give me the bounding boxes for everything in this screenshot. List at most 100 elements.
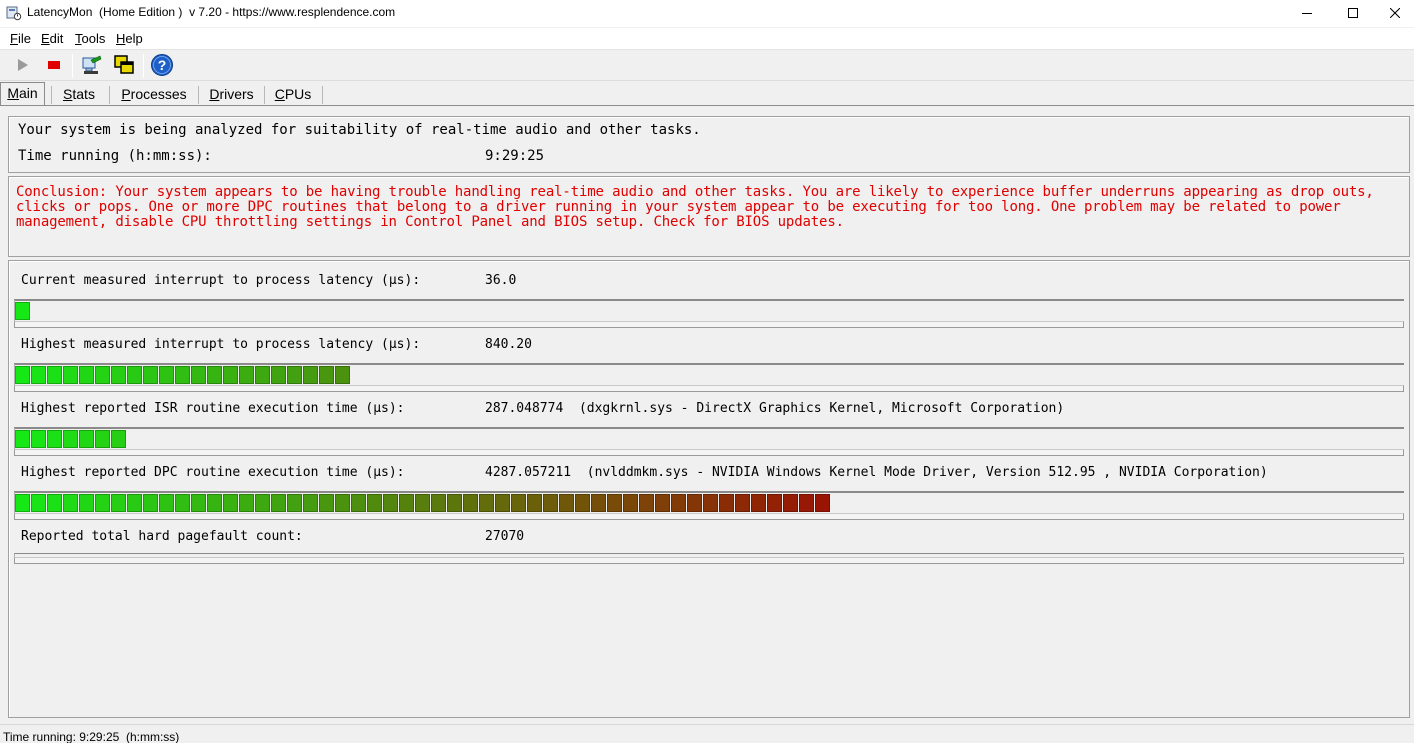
bar-segment bbox=[623, 494, 638, 512]
bar-segment bbox=[815, 494, 830, 512]
help-icon: ? bbox=[150, 53, 174, 80]
bar-segment bbox=[335, 494, 350, 512]
bar-segment bbox=[495, 494, 510, 512]
bar-segment bbox=[47, 494, 62, 512]
bar-segment bbox=[383, 494, 398, 512]
bar-segment bbox=[319, 494, 334, 512]
bar-segment bbox=[175, 366, 190, 384]
maximize-button[interactable] bbox=[1330, 0, 1376, 27]
bar-segment bbox=[127, 494, 142, 512]
properties-icon bbox=[80, 54, 102, 79]
time-running-value: 9:29:25 bbox=[485, 148, 545, 164]
pagefault-count-value: 27070 bbox=[485, 529, 525, 544]
tab-separator bbox=[198, 86, 199, 104]
svg-text:?: ? bbox=[158, 57, 167, 73]
stop-button[interactable] bbox=[42, 54, 66, 78]
menu-tools[interactable]: Tools bbox=[75, 31, 105, 46]
status-bar-text: Time running: 9:29:25 (h:mm:ss) bbox=[3, 730, 180, 743]
properties-button[interactable] bbox=[79, 54, 103, 78]
toolbar-separator bbox=[72, 54, 73, 78]
bar-segment bbox=[207, 366, 222, 384]
bar-segment bbox=[79, 430, 94, 448]
bar-segment bbox=[255, 494, 270, 512]
analysis-message: Your system is being analyzed for suitab… bbox=[18, 122, 701, 138]
windows-button[interactable] bbox=[112, 54, 136, 78]
start-button[interactable] bbox=[10, 54, 34, 78]
close-icon bbox=[1389, 6, 1401, 21]
bar-segment bbox=[527, 494, 542, 512]
tab-separator bbox=[322, 86, 323, 104]
minimize-button[interactable] bbox=[1284, 0, 1330, 27]
windows-icon bbox=[113, 54, 135, 79]
bar-segment bbox=[31, 494, 46, 512]
menu-file[interactable]: File bbox=[10, 31, 31, 46]
bar-segment bbox=[79, 366, 94, 384]
bar-segment bbox=[15, 302, 30, 320]
current-latency-label: Current measured interrupt to process la… bbox=[21, 273, 421, 288]
bar-segment bbox=[287, 494, 302, 512]
current-latency-value: 36.0 bbox=[485, 273, 517, 288]
bar-segment bbox=[799, 494, 814, 512]
latency-metrics-panel: Current measured interrupt to process la… bbox=[8, 260, 1410, 718]
toolbar-separator bbox=[143, 54, 144, 78]
close-button[interactable] bbox=[1376, 0, 1414, 27]
bar-segment bbox=[575, 494, 590, 512]
menu-edit[interactable]: Edit bbox=[41, 31, 63, 46]
bar-segment bbox=[415, 494, 430, 512]
current-latency-bar bbox=[14, 299, 1404, 328]
title-bar[interactable]: LatencyMon (Home Edition ) v 7.20 - http… bbox=[0, 0, 1414, 27]
highest-latency-label: Highest measured interrupt to process la… bbox=[21, 337, 421, 352]
bar-segment bbox=[287, 366, 302, 384]
highest-latency-value: 840.20 bbox=[485, 337, 532, 352]
bar-segment bbox=[31, 430, 46, 448]
analysis-status-panel: Your system is being analyzed for suitab… bbox=[8, 116, 1410, 173]
bar-segment bbox=[63, 430, 78, 448]
bar-segment bbox=[655, 494, 670, 512]
tab-main[interactable]: Main bbox=[0, 82, 45, 106]
tab-processes[interactable]: Processes bbox=[116, 84, 192, 106]
tab-cpus[interactable]: CPUs bbox=[270, 84, 316, 106]
bar-segment bbox=[143, 494, 158, 512]
bar-segment bbox=[511, 494, 526, 512]
bar-segment bbox=[559, 494, 574, 512]
bar-segment bbox=[223, 494, 238, 512]
bar-segment bbox=[79, 494, 94, 512]
bar-segment bbox=[319, 366, 334, 384]
dpc-time-bar bbox=[14, 491, 1404, 520]
isr-time-value: 287.048774 (dxgkrnl.sys - DirectX Graphi… bbox=[485, 401, 1065, 416]
bar-segment bbox=[671, 494, 686, 512]
help-button[interactable]: ? bbox=[150, 53, 174, 80]
bar-segment bbox=[223, 366, 238, 384]
dpc-time-label: Highest reported DPC routine execution t… bbox=[21, 465, 405, 480]
bar-segment bbox=[303, 366, 318, 384]
bar-segment bbox=[127, 366, 142, 384]
bar-segment bbox=[271, 366, 286, 384]
bar-segment bbox=[639, 494, 654, 512]
bar-segment bbox=[63, 366, 78, 384]
tab-stats[interactable]: Stats bbox=[57, 84, 101, 106]
bar-segment bbox=[31, 366, 46, 384]
bar-segment bbox=[687, 494, 702, 512]
bar-segment bbox=[335, 366, 350, 384]
play-icon bbox=[15, 58, 29, 75]
bar-segment bbox=[367, 494, 382, 512]
tab-separator bbox=[51, 86, 52, 104]
bar-segment bbox=[607, 494, 622, 512]
isr-time-label: Highest reported ISR routine execution t… bbox=[21, 401, 405, 416]
bar-segment bbox=[159, 366, 174, 384]
bar-segment bbox=[351, 494, 366, 512]
bar-segment bbox=[239, 494, 254, 512]
bar-segment bbox=[431, 494, 446, 512]
bar-segment bbox=[543, 494, 558, 512]
isr-driver-detail: (dxgkrnl.sys - DirectX Graphics Kernel, … bbox=[578, 401, 1065, 416]
dpc-driver-detail: (nvlddmkm.sys - NVIDIA Windows Kernel Mo… bbox=[586, 465, 1268, 480]
tab-drivers[interactable]: Drivers bbox=[204, 84, 259, 106]
bar-segment bbox=[175, 494, 190, 512]
bar-segment bbox=[463, 494, 478, 512]
highest-latency-bar bbox=[14, 363, 1404, 392]
bar-segment bbox=[95, 366, 110, 384]
bar-segment bbox=[111, 366, 126, 384]
menu-help[interactable]: Help bbox=[116, 31, 143, 46]
time-running-label: Time running (h:mm:ss): bbox=[18, 148, 212, 164]
bar-segment bbox=[399, 494, 414, 512]
